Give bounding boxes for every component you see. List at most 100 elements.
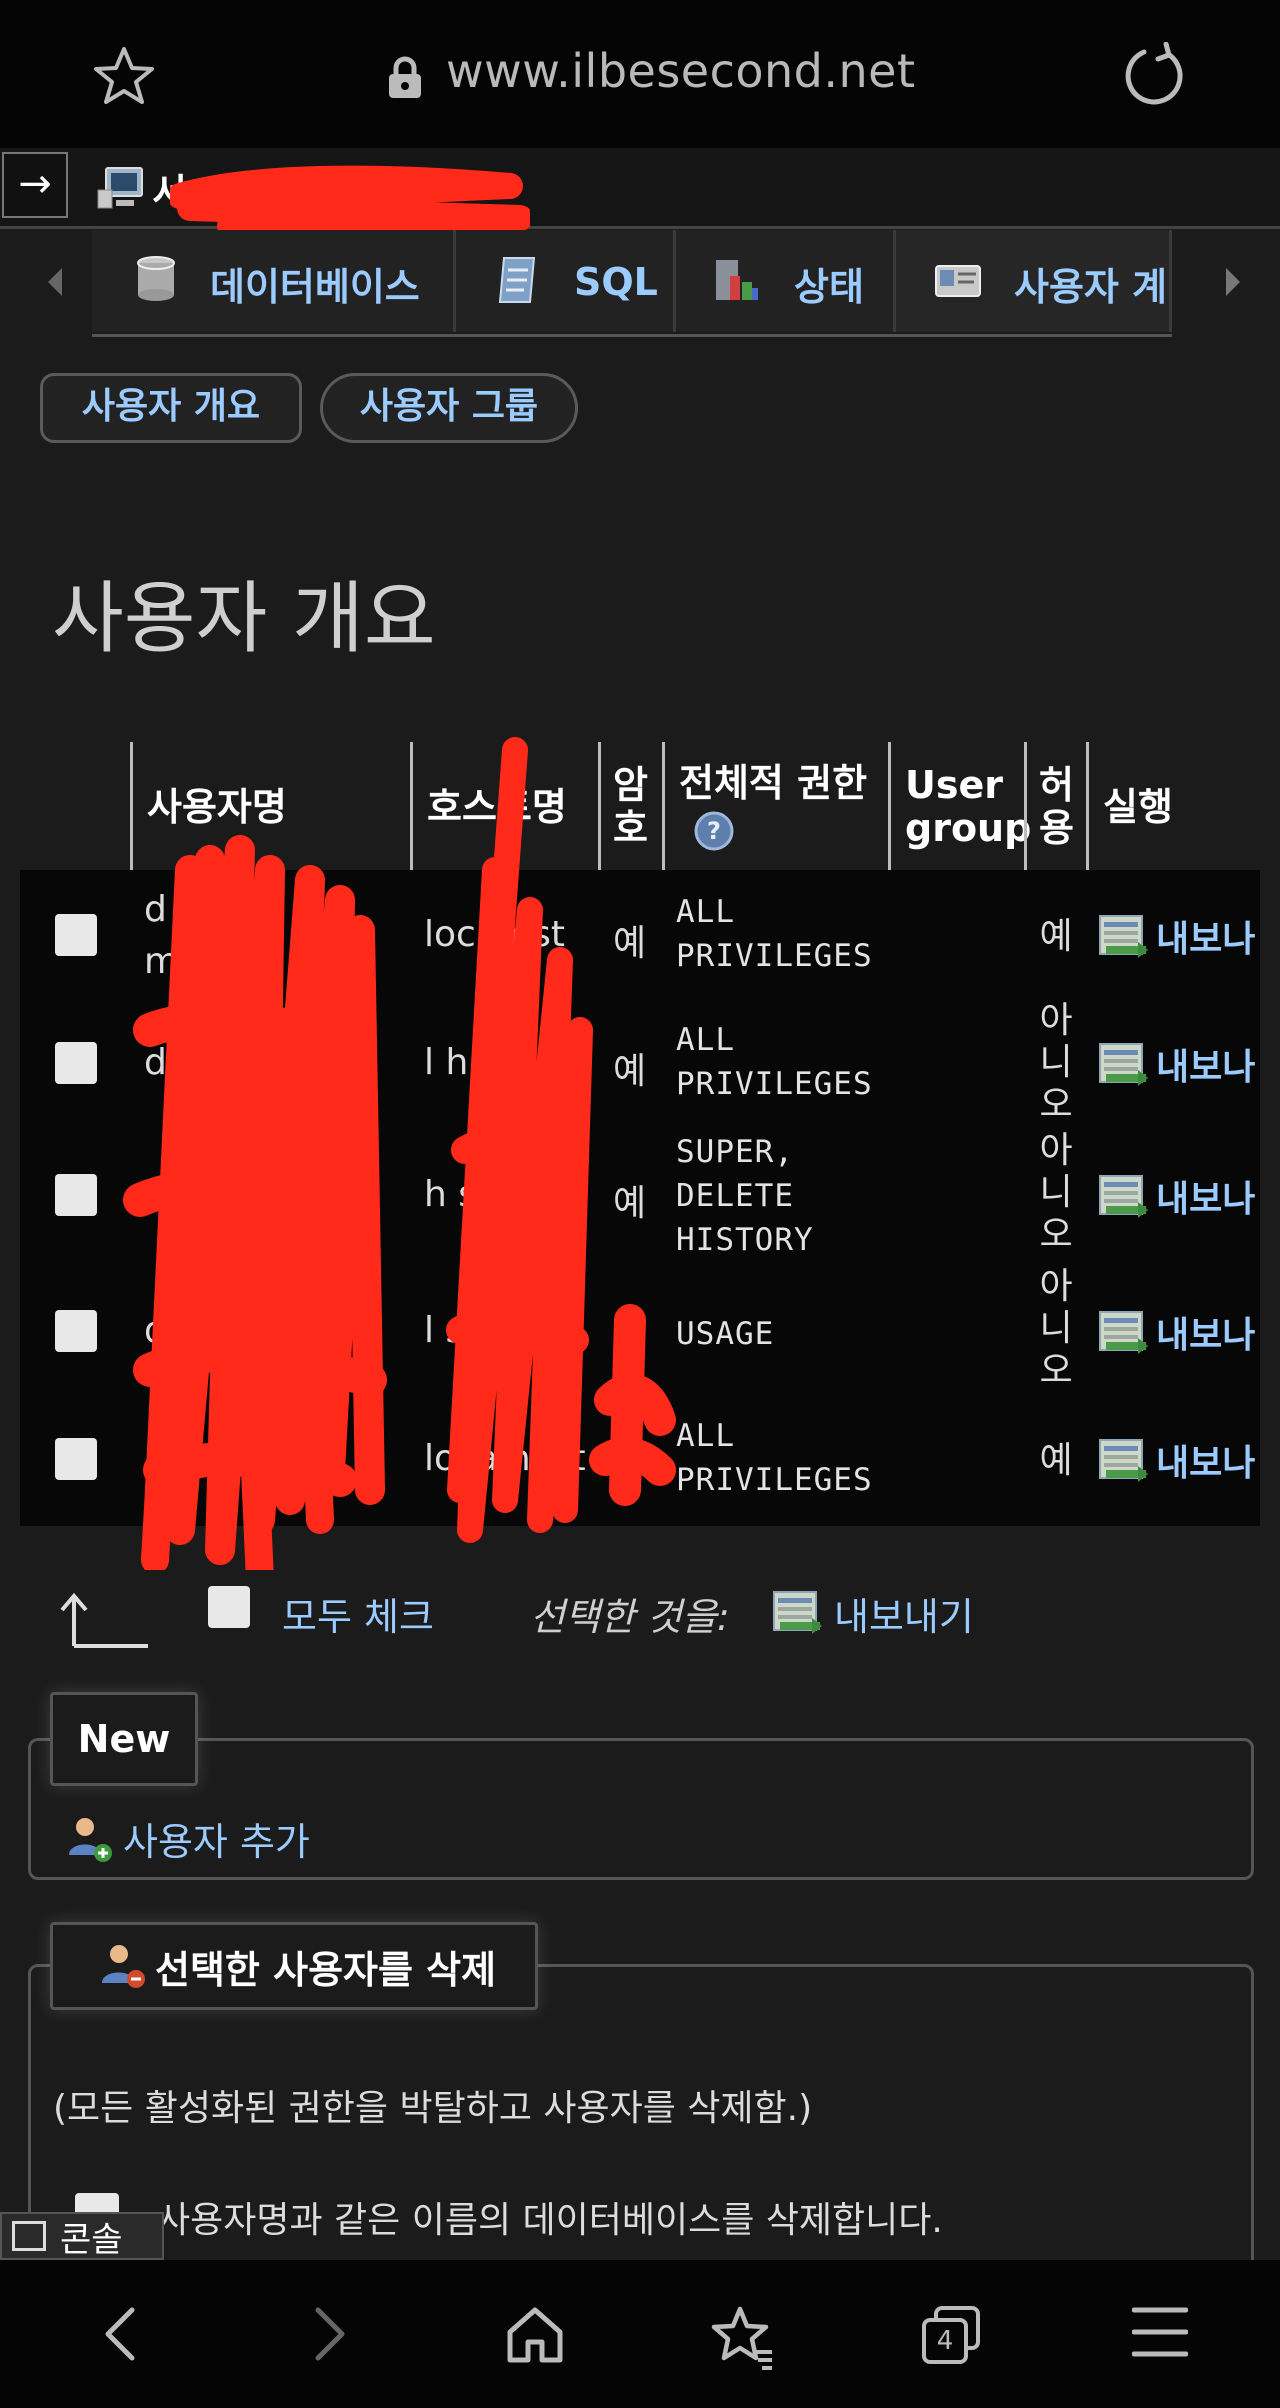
delete-legend: 선택한 사용자를 삭제 [50,1922,538,2010]
check-all-label[interactable]: 모두 체크 [282,1586,434,1641]
drop-database-label[interactable]: 사용자명과 같은 이름의 데이터베이스를 삭제합니다. [157,2191,943,2243]
url-text[interactable]: www.ilbesecond.net [446,44,916,98]
privileges-cell: SUPER, DELETE HISTORY [676,1134,814,1258]
export-user-link[interactable]: 내보나 [1098,1436,1255,1484]
back-icon[interactable] [96,2304,146,2364]
column-header-label: 허용 [1039,763,1074,850]
export-user-link[interactable]: 내보나 [1098,1308,1255,1356]
host-name-cell: l h t [424,1042,494,1083]
tab-label: SQL [574,260,658,304]
export-link-text: 내보나 [1156,1179,1256,1220]
password-cell: 예 [613,923,647,964]
database-icon [137,256,175,301]
sql-icon [498,257,536,303]
table-row: localhost ALL PRIVILEGES 예 내보나 [20,1394,1260,1522]
password-cell: 예 [613,1319,647,1360]
grant-cell: 아 니 오 [1039,1000,1073,1125]
export-icon [1099,915,1148,958]
tab-sql[interactable]: SQL [456,230,676,332]
column-header-label: 전체적 권한 [679,760,868,805]
table-row: d so l h t 예 ALL PRIVILEGES 아 니 오 내보나 [20,998,1260,1126]
grant-cell: 아 니 오 [1039,1130,1073,1255]
column-header-grant[interactable]: 허용 [1024,742,1088,872]
column-header-password[interactable]: 암호 [598,742,664,872]
server-label[interactable]: 서 [152,162,187,217]
row-checkbox[interactable] [55,1174,97,1216]
column-header-user-group[interactable]: User group [888,742,1032,872]
check-all-checkbox[interactable] [208,1586,250,1628]
row-checkbox[interactable] [55,1438,97,1480]
export-user-link[interactable]: 내보나 [1098,912,1255,960]
user-name-text: d rs- [144,889,225,930]
host-name-cell: loc host [424,914,565,955]
grant-cell: 예 [1039,916,1073,957]
tab-status[interactable]: 상태 [676,230,896,332]
page-title: 사용자 개요 [52,574,436,664]
user-name-cell: d rs- m [144,884,225,988]
tabs-button[interactable]: 4 [920,2304,982,2366]
privileges-cell: ALL PRIVILEGES [676,1418,873,1498]
server-breadcrumb: → 서 [0,148,1280,229]
console-label: 콘솔 [60,2219,123,2260]
subtab-user-overview[interactable]: 사용자 개요 [40,373,302,443]
navigation-toggle-button[interactable]: → [2,152,68,218]
console-toggle[interactable]: 콘솔 [0,2212,164,2260]
export-icon [773,1591,822,1634]
bookmark-star-icon[interactable] [92,44,156,108]
privileges-cell: USAGE [676,1316,775,1352]
status-icon [716,260,758,300]
table-row: d rs- m loc host 예 ALL PRIVILEGES 예 내보나 [20,870,1260,998]
help-icon[interactable]: ? [693,810,735,852]
menu-icon[interactable] [1132,2304,1188,2360]
tab-label: 사용자 계 [1014,265,1168,309]
tab-databases[interactable]: 데이터베이스 [92,230,456,332]
users-table-body: d rs- m loc host 예 ALL PRIVILEGES 예 내보나 … [20,870,1260,1526]
user-name-text: m [144,941,180,982]
new-legend: New [50,1692,198,1786]
export-user-link[interactable]: 내보나 [1098,1040,1255,1088]
export-icon [1099,1439,1148,1482]
home-icon[interactable] [504,2304,566,2366]
export-user-link[interactable]: 내보나 [1098,1172,1255,1220]
bookmarks-icon[interactable] [710,2304,776,2370]
user-name-cell: d. [144,1310,179,1351]
console-icon [12,2221,46,2251]
table-row: d. l st 예 USAGE 아 니 오 내보나 [20,1266,1260,1394]
column-header-hostname[interactable]: 호스트명 [410,742,600,872]
tab-scroll-left-icon[interactable] [40,262,70,302]
column-header-action: 실행 [1086,742,1280,872]
tab-count: 4 [936,2326,954,2356]
host-name-cell: localhost [424,1438,586,1479]
host-name-cell: h st [424,1174,492,1215]
export-link-text: 내보나 [1156,1047,1256,1088]
delete-user-icon [102,1945,145,1988]
host-name-cell: l st [424,1310,479,1351]
tab-label: 상태 [794,265,864,309]
row-checkbox[interactable] [55,1310,97,1352]
add-user-icon [69,1817,112,1862]
export-icon [1099,1311,1148,1354]
password-cell: 예 [613,1183,647,1224]
column-header-label: User group [905,763,1032,850]
tab-divider [92,334,1172,337]
browser-bottom-nav: 4 [0,2260,1280,2408]
column-header-global-privileges[interactable]: 전체적 권한 ? [662,742,890,872]
tab-scroll-right-icon[interactable] [1218,262,1248,302]
subtab-user-groups[interactable]: 사용자 그룹 [320,373,578,443]
privileges-cell: ALL PRIVILEGES [676,894,873,974]
delete-description: (모든 활성화된 권한을 박탈하고 사용자를 삭제함.) [53,2088,813,2129]
tab-user-accounts[interactable]: 사용자 계 [896,230,1172,332]
add-user-link[interactable]: 사용자 추가 [65,1811,310,1866]
lock-icon [389,56,421,98]
tab-label: 데이터베이스 [210,265,420,309]
row-checkbox[interactable] [55,1042,97,1084]
row-checkbox[interactable] [55,914,97,956]
forward-icon[interactable] [304,2304,354,2364]
grant-cell: 예 [1039,1440,1073,1481]
column-header-username[interactable]: 사용자명 [130,742,412,872]
user-name-cell: ssion [144,1174,237,1215]
export-selected-button[interactable]: 내보내기 [834,1586,974,1641]
user-name-cell: d so [144,1042,220,1083]
reload-icon[interactable] [1122,42,1188,108]
export-link-text: 내보나 [1156,1315,1256,1356]
